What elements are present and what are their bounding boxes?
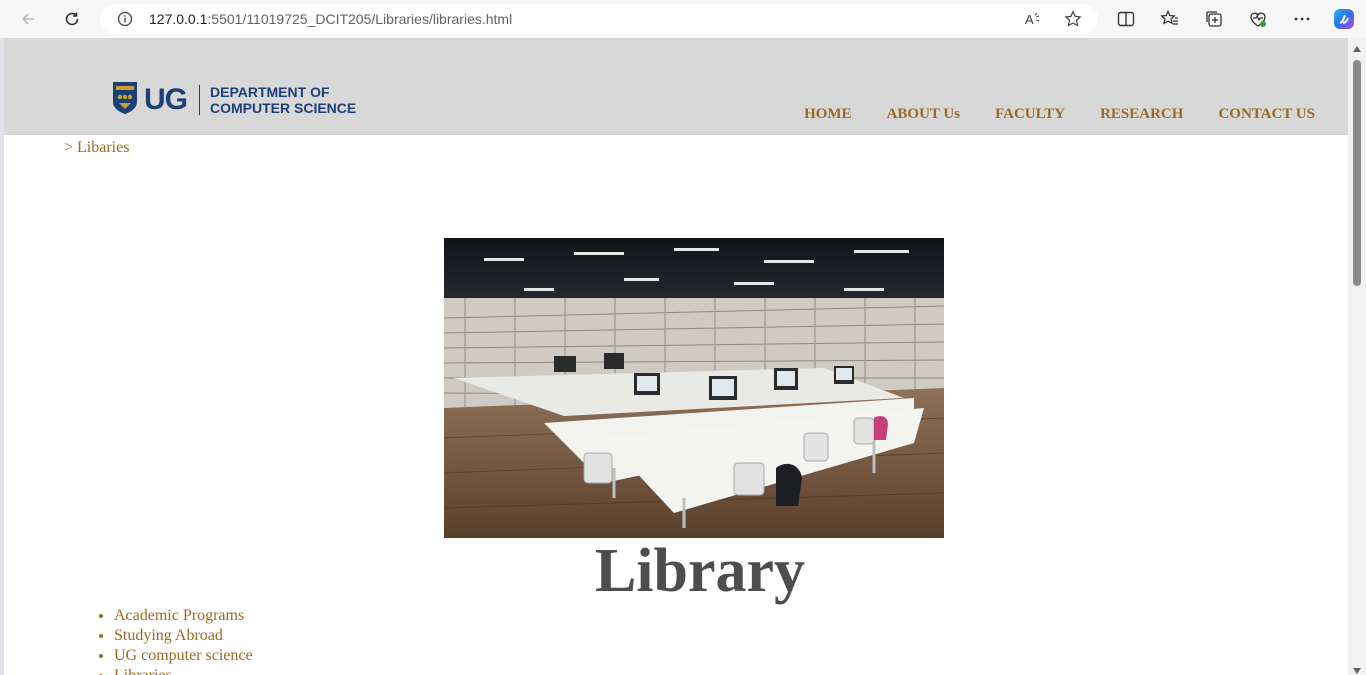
scroll-down-arrow-icon[interactable] [1353, 668, 1361, 674]
read-aloud-icon[interactable]: A [1024, 10, 1042, 28]
scroll-up-arrow-icon[interactable] [1353, 46, 1361, 52]
favorites-icon[interactable] [1160, 9, 1180, 29]
more-menu-icon[interactable] [1292, 9, 1312, 29]
link-studying-abroad[interactable]: Studying Abroad [114, 627, 223, 644]
browser-essentials-icon[interactable] [1248, 9, 1268, 29]
svg-text:A: A [1025, 12, 1034, 27]
list-item: Libraries [114, 666, 253, 675]
logo-dept-line2: COMPUTER SCIENCE [210, 100, 357, 116]
nav-contact[interactable]: CONTACT US [1218, 106, 1315, 123]
list-item: Studying Abroad [114, 626, 253, 646]
library-photo [444, 238, 944, 538]
logo-ug-text: UG [144, 83, 188, 116]
split-screen-icon[interactable] [1116, 9, 1136, 29]
logo-divider [199, 85, 200, 115]
copilot-icon[interactable] [1332, 7, 1356, 31]
scroll-thumb[interactable] [1353, 60, 1361, 286]
nav-faculty[interactable]: FACULTY [995, 106, 1065, 123]
nav-research[interactable]: RESEARCH [1100, 106, 1183, 123]
main-nav: HOME ABOUT Us FACULTY RESEARCH CONTACT U… [804, 106, 1348, 123]
collections-icon[interactable] [1204, 9, 1224, 29]
link-academic-programs[interactable]: Academic Programs [114, 607, 244, 624]
list-item: UG computer science [114, 646, 253, 666]
list-item: Academic Programs [114, 606, 253, 626]
nav-home[interactable]: HOME [804, 106, 852, 123]
address-bar[interactable]: 127.0.0.1:5501/11019725_DCIT205/Librarie… [100, 4, 1098, 34]
ug-logo[interactable]: UG DEPARTMENT OF COMPUTER SCIENCE [112, 81, 356, 120]
ug-crest-icon [112, 81, 138, 120]
page-heading: Library [594, 537, 806, 605]
page-viewport: UG DEPARTMENT OF COMPUTER SCIENCE HOME A… [4, 38, 1348, 675]
favorite-star-icon[interactable] [1064, 10, 1082, 28]
logo-department-text: DEPARTMENT OF COMPUTER SCIENCE [210, 84, 356, 116]
back-icon[interactable] [16, 7, 40, 31]
url-text[interactable]: 127.0.0.1:5501/11019725_DCIT205/Librarie… [149, 11, 512, 27]
quick-links-list: Academic Programs Studying Abroad UG com… [74, 606, 253, 675]
breadcrumb[interactable]: > Libaries [64, 139, 129, 157]
site-header: UG DEPARTMENT OF COMPUTER SCIENCE HOME A… [4, 38, 1348, 135]
nav-about[interactable]: ABOUT Us [887, 106, 961, 123]
vertical-scrollbar[interactable] [1348, 38, 1366, 675]
link-libraries[interactable]: Libraries [114, 667, 172, 675]
reload-icon[interactable] [60, 7, 84, 31]
browser-toolbar: 127.0.0.1:5501/11019725_DCIT205/Librarie… [0, 0, 1366, 38]
link-ug-computer-science[interactable]: UG computer science [114, 647, 253, 664]
site-info-icon[interactable] [117, 11, 133, 27]
logo-dept-line1: DEPARTMENT OF [210, 84, 330, 100]
